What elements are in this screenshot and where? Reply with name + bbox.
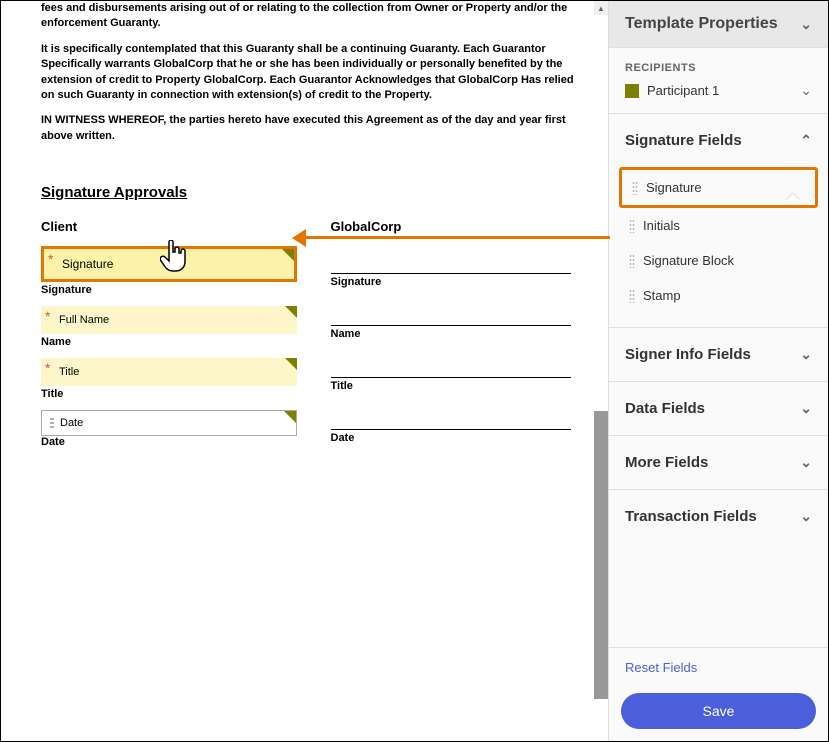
title-label: Title <box>41 388 301 400</box>
data-fields-header[interactable]: Data Fields ⌄ <box>609 382 828 435</box>
title-field[interactable]: * Title <box>41 358 297 386</box>
field-corner-icon <box>282 249 294 261</box>
required-asterisk-icon: * <box>48 251 53 267</box>
field-corner-icon <box>284 411 296 423</box>
field-label: Full Name <box>59 314 109 326</box>
grip-icon <box>629 254 635 268</box>
field-item-label: Signature Block <box>643 253 734 268</box>
chevron-down-icon: ⌄ <box>800 400 812 417</box>
signature-label: Signature <box>331 276 591 288</box>
name-label: Name <box>331 328 591 340</box>
grip-icon <box>629 289 635 303</box>
recipients-section: RECIPIENTS Participant 1 ⌄ <box>609 47 828 113</box>
participant-color-swatch <box>625 84 639 98</box>
instruction-arrow <box>300 236 610 239</box>
reset-fields-link[interactable]: Reset Fields <box>609 648 828 687</box>
chevron-down-icon: ⌄ <box>800 82 812 99</box>
title-line <box>331 350 571 378</box>
panel-title: Template Properties <box>625 15 778 33</box>
signature-label: Signature <box>41 284 301 296</box>
signer-info-fields-header[interactable]: Signer Info Fields ⌄ <box>609 328 828 381</box>
signature-line <box>331 246 571 274</box>
section-title: Transaction Fields <box>625 508 757 525</box>
grip-icon <box>632 181 638 195</box>
grip-icon <box>629 219 635 233</box>
chevron-down-icon: ⌄ <box>800 346 812 363</box>
section-title: More Fields <box>625 454 708 471</box>
properties-sidebar: Template Properties ⌄ RECIPIENTS Partici… <box>608 1 828 741</box>
chevron-down-icon: ⌄ <box>800 454 812 471</box>
caret-indicator-icon <box>786 194 800 201</box>
section-title: Data Fields <box>625 400 705 417</box>
field-item-signature-block[interactable]: Signature Block <box>619 243 818 278</box>
field-item-label: Signature <box>646 180 702 195</box>
template-properties-header[interactable]: Template Properties ⌄ <box>609 1 828 47</box>
name-label: Name <box>41 336 301 348</box>
drag-handle-icon <box>50 417 54 429</box>
name-line <box>331 298 571 326</box>
field-label: Date <box>60 417 83 429</box>
field-item-label: Initials <box>643 218 680 233</box>
signature-approvals-heading: Signature Approvals <box>41 184 590 201</box>
required-asterisk-icon: * <box>45 308 50 324</box>
section-title: Signature Fields <box>625 132 742 149</box>
chevron-down-icon: ⌄ <box>800 16 812 33</box>
globalcorp-column: GlobalCorp Signature Name Title Date <box>331 219 591 458</box>
date-label: Date <box>41 436 301 448</box>
scroll-up-arrow[interactable]: ▲ <box>594 1 608 15</box>
field-item-initials[interactable]: Initials <box>619 208 818 243</box>
fullname-field[interactable]: * Full Name <box>41 306 297 334</box>
chevron-down-icon: ⌄ <box>800 508 812 525</box>
field-corner-icon <box>285 358 297 370</box>
date-line <box>331 402 571 430</box>
field-label: Title <box>59 366 79 378</box>
document-paragraph: It is specifically contemplated that thi… <box>41 42 590 104</box>
save-button[interactable]: Save <box>621 693 816 729</box>
title-label: Title <box>331 380 591 392</box>
signature-fields-list: Signature Initials Signature Block Stamp <box>609 167 828 327</box>
document-paragraph: fees and disbursements arising out of or… <box>41 1 590 32</box>
globalcorp-header: GlobalCorp <box>331 219 591 234</box>
recipients-label: RECIPIENTS <box>625 62 812 74</box>
scrollbar-thumb[interactable] <box>594 411 608 699</box>
field-corner-icon <box>285 306 297 318</box>
field-label: Signature <box>62 257 113 271</box>
signature-field[interactable]: * Signature <box>41 246 297 282</box>
field-item-label: Stamp <box>643 288 681 303</box>
field-item-stamp[interactable]: Stamp <box>619 278 818 313</box>
participant-row[interactable]: Participant 1 ⌄ <box>625 82 812 99</box>
document-area: ▲ fees and disbursements arising out of … <box>1 1 608 741</box>
document-paragraph: IN WITNESS WHEREOF, the parties hereto h… <box>41 113 590 144</box>
client-column: Client * Signature Signature * Full Name… <box>41 219 301 458</box>
signature-fields-header[interactable]: Signature Fields ⌃ <box>609 114 828 167</box>
participant-name: Participant 1 <box>647 83 719 98</box>
date-field[interactable]: Date <box>41 410 297 436</box>
required-asterisk-icon: * <box>45 360 50 376</box>
field-item-signature[interactable]: Signature <box>619 167 818 208</box>
instruction-arrow-head <box>292 229 306 247</box>
date-label: Date <box>331 432 591 444</box>
more-fields-header[interactable]: More Fields ⌄ <box>609 436 828 489</box>
section-title: Signer Info Fields <box>625 346 751 363</box>
chevron-up-icon: ⌃ <box>800 132 812 149</box>
transaction-fields-header[interactable]: Transaction Fields ⌄ <box>609 490 828 543</box>
client-header: Client <box>41 219 301 234</box>
